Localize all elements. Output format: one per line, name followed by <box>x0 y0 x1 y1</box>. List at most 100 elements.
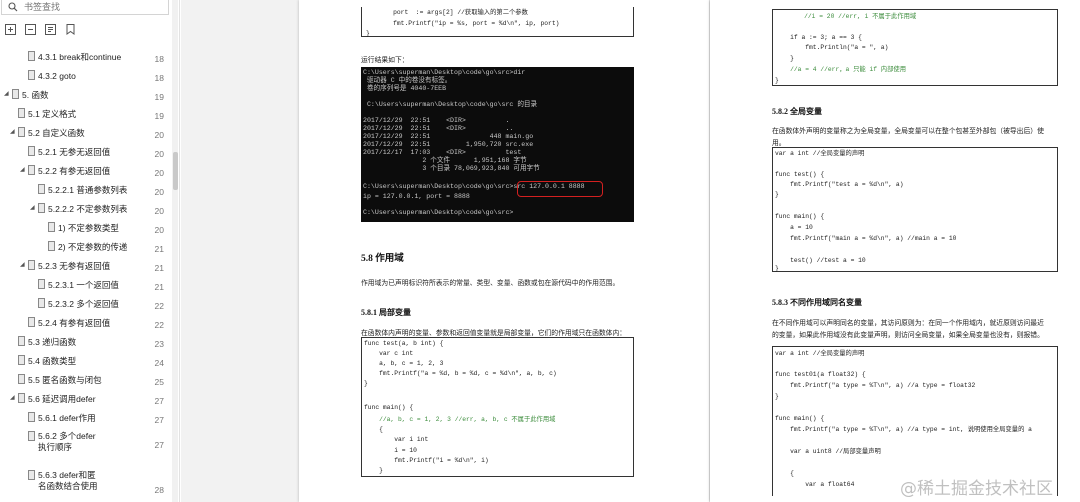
bookmark-label: 2) 不定参数的传递 <box>58 242 128 252</box>
bookmark-label: 5.4 函数类型 <box>28 356 77 366</box>
terminal-line: ip = 127.0.0.1, port = 8888 <box>363 193 470 200</box>
bookmark-search-box[interactable] <box>1 0 169 15</box>
code-line: } <box>366 30 370 37</box>
code-line: func main() { <box>775 213 825 220</box>
code-line: var i int <box>364 436 429 443</box>
add-bookmark-icon[interactable] <box>43 22 57 36</box>
bookmark-page-number: 19 <box>154 92 164 102</box>
bookmark-item[interactable]: 5.2.1 无参无返回值 20 <box>0 142 170 161</box>
bookmark-item[interactable]: 5.2.3.1 一个返回值 21 <box>0 275 170 294</box>
bookmark-item[interactable]: 5.3 递归函数 23 <box>0 332 170 351</box>
bookmark-item[interactable]: 5.6.1 defer作用 27 <box>0 408 170 427</box>
expand-arrow-icon[interactable]: ◢ <box>10 128 15 135</box>
bookmark-label: 5.1 定义格式 <box>28 109 77 119</box>
sub-text: 在函数体内声明的变量、参数和返回值变量就是局部变量，它们的作用域只在函数体内： <box>361 330 627 337</box>
expand-arrow-icon[interactable]: ◢ <box>30 204 35 211</box>
bookmark-label: 5.6.2 多个defer执行顺序 <box>38 431 96 452</box>
bookmark-item[interactable]: 5.6.3 defer和匿名函数结合使用 28 <box>0 466 170 496</box>
collapse-all-icon[interactable] <box>23 22 37 36</box>
bookmark-page-icon <box>28 70 35 80</box>
bookmark-page-number: 20 <box>154 187 164 197</box>
code-line: var a uint8 //局部变量声明 <box>775 448 881 455</box>
bookmark-item[interactable]: 5.5 匿名函数与闭包 25 <box>0 370 170 389</box>
terminal-line: 2017/12/17 17:03 <DIR> test <box>363 149 522 156</box>
bookmark-page-number: 18 <box>154 54 164 64</box>
bookmark-page-icon <box>38 184 45 194</box>
bookmark-label: 5.6 延迟调用defer <box>28 394 96 404</box>
bookmark-label: 5.5 匿名函数与闭包 <box>28 375 102 385</box>
bookmark-item[interactable]: 5.4 函数类型 24 <box>0 351 170 370</box>
expand-arrow-icon[interactable]: ◢ <box>10 394 15 401</box>
terminal-line: 3 个目录 78,069,923,840 可用字节 <box>363 165 540 172</box>
code-line: func test01(a float32) { <box>775 371 866 378</box>
bookmark-page-icon <box>18 108 25 118</box>
terminal-line: C:\Users\superman\Desktop\code\go\src 的目… <box>363 101 538 108</box>
bookmark-search-input[interactable] <box>24 2 154 12</box>
bookmark-page-icon <box>28 146 35 156</box>
terminal-line: C:\Users\superman\Desktop\code\go\src>di… <box>363 69 526 76</box>
bookmark-label: 5.2.2.2 不定参数列表 <box>48 204 128 214</box>
code-block: var a int //全局变量的声明 func test() { fmt.Pr… <box>772 147 1058 272</box>
bookmark-item[interactable]: 5.2.2.1 普通参数列表 20 <box>0 180 170 199</box>
bookmark-item[interactable]: 2) 不定参数的传递 21 <box>0 237 170 256</box>
bookmark-page-icon <box>18 127 25 137</box>
bookmark-item[interactable]: ◢ 5. 函数 19 <box>0 85 170 104</box>
bookmark-page-icon <box>28 412 35 422</box>
code-line: fmt.Printf("ip = %s, port = %d\n", ip, p… <box>378 20 560 27</box>
code-line: a, b, c = 1, 2, 3 <box>364 360 444 367</box>
bookmark-item[interactable]: ◢ 5.2.2 有参无返回值 20 <box>0 161 170 180</box>
code-line: var a float64 <box>775 481 855 488</box>
code-line: //a, b, c = 1, 2, 3 //err, a, b, c 不属于此作… <box>364 416 556 423</box>
bookmark-page-number: 23 <box>154 339 164 349</box>
code-block: //i = 20 //err, i 不属于此作用域 if a := 3; a =… <box>772 9 1058 86</box>
bookmark-page-icon <box>38 298 45 308</box>
bookmark-item[interactable]: ◢ 5.6 延迟调用defer 27 <box>0 389 170 408</box>
code-line: port := args[2] //获取输入的第二个参数 <box>378 9 528 16</box>
bookmark-page-icon <box>28 260 35 270</box>
terminal-line: C:\Users\superman\Desktop\code\go\src> <box>363 209 514 216</box>
sidebar-scrollbar-thumb[interactable] <box>173 152 178 190</box>
bookmark-sidebar: 4.3.1 break和continue 18 4.3.2 goto 18 ◢ … <box>0 0 180 502</box>
code-line: func main() { <box>775 415 825 422</box>
bookmark-item[interactable]: 4.3.1 break和continue 18 <box>0 47 170 66</box>
bookmark-label: 5.2.2.1 普通参数列表 <box>48 185 128 195</box>
bookmark-item[interactable]: ◢ 5.2 自定义函数 20 <box>0 123 170 142</box>
bookmark-icon[interactable] <box>63 22 77 36</box>
expand-arrow-icon[interactable]: ◢ <box>4 90 9 97</box>
bookmark-page-icon <box>38 279 45 289</box>
bookmark-item[interactable]: 5.1 定义格式 19 <box>0 104 170 123</box>
sub-heading: 5.8.2 全局变量 <box>772 107 822 116</box>
terminal-highlight-box <box>517 181 603 197</box>
code-block: port := args[2] //获取输入的第二个参数 fmt.Printf(… <box>361 7 634 37</box>
code-line: } <box>364 467 383 474</box>
expand-all-icon[interactable] <box>3 22 17 36</box>
bookmark-item[interactable]: 5.2.3.2 多个返回值 22 <box>0 294 170 313</box>
bookmark-item[interactable]: 4.3.2 goto 18 <box>0 66 170 85</box>
bookmark-label: 1) 不定参数类型 <box>58 223 119 233</box>
code-line: fmt.Printf("a type = %T\n", a) //a type … <box>775 426 1032 433</box>
bookmark-item[interactable]: ◢ 5.2.2.2 不定参数列表 20 <box>0 199 170 218</box>
bookmark-item[interactable]: 1) 不定参数类型 20 <box>0 218 170 237</box>
code-line: func test(a, b int) { <box>364 340 444 347</box>
terminal-line: 2017/12/29 22:51 <DIR> . <box>363 117 510 124</box>
sidebar-scrollbar-track[interactable] <box>172 0 178 502</box>
terminal-line: 驱动器 C 中的卷没有标签。 <box>363 77 452 84</box>
bookmark-item[interactable]: 5.2.4 有参有返回值 22 <box>0 313 170 332</box>
bookmark-page-icon <box>12 89 19 99</box>
bookmark-page-number: 20 <box>154 168 164 178</box>
bookmark-item[interactable]: 5.6.2 多个defer执行顺序 27 <box>0 427 170 457</box>
body-text: 在不同作用域可以声明同名的变量，其访问原则为：在同一个作用域内，就近原则访问最近 <box>772 320 1044 327</box>
expand-arrow-icon[interactable]: ◢ <box>20 261 25 268</box>
run-result-label: 运行结果如下： <box>361 57 409 64</box>
section-text: 作用域为已声明标识符所表示的常量、类型、变量、函数或包在源代码中的作用范围。 <box>361 280 620 287</box>
terminal-screenshot: C:\Users\superman\Desktop\code\go\src>di… <box>361 67 634 222</box>
bookmark-page-icon <box>48 241 55 251</box>
bookmark-toolbar <box>3 22 77 38</box>
bookmark-page-icon <box>28 51 35 61</box>
code-block: func test(a, b int) { var c int a, b, c … <box>361 337 634 477</box>
expand-arrow-icon[interactable]: ◢ <box>20 166 25 173</box>
bookmark-page-number: 20 <box>154 130 164 140</box>
bookmark-item[interactable]: ◢ 5.2.3 无参有返回值 21 <box>0 256 170 275</box>
watermark: @稀土掘金技术社区 <box>900 479 1053 499</box>
code-line: fmt.Printf("test a = %d\n", a) <box>775 181 904 188</box>
